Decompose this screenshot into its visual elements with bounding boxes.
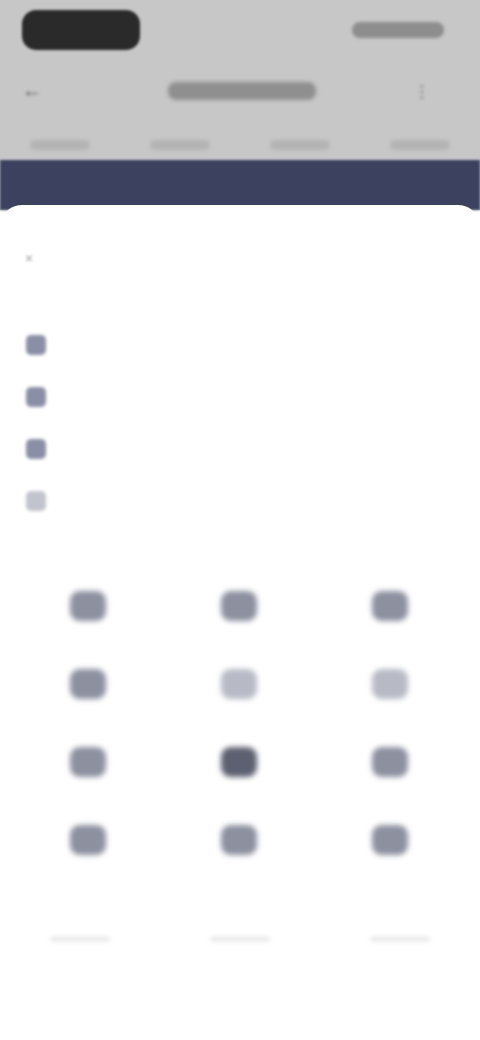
sheet-header: ×: [0, 205, 480, 285]
grid-item-8[interactable]: [165, 741, 315, 819]
grid-item-2[interactable]: [165, 585, 315, 663]
app-title: [168, 82, 316, 100]
footer-placeholder: [210, 936, 270, 942]
menu-item-1[interactable]: [0, 325, 480, 377]
tab-4[interactable]: [390, 140, 450, 150]
close-icon[interactable]: ×: [18, 247, 40, 269]
menu-item-2[interactable]: [0, 377, 480, 429]
app-icon-6: [372, 669, 408, 699]
grid-item-3[interactable]: [316, 585, 466, 663]
grid-item-7[interactable]: [14, 741, 164, 819]
menu-item-3[interactable]: [0, 429, 480, 481]
background-app: ← ⋮: [0, 0, 480, 210]
settings-icon: [26, 335, 46, 355]
app-icon-1: [70, 591, 106, 621]
footer-placeholder: [370, 936, 430, 942]
list-icon: [26, 439, 46, 459]
grid-item-1[interactable]: [14, 585, 164, 663]
grid-item-9[interactable]: [316, 741, 466, 819]
app-icon-11: [221, 825, 257, 855]
app-icon-7: [70, 747, 106, 777]
grid-item-12[interactable]: [316, 819, 466, 897]
document-icon: [26, 387, 46, 407]
back-arrow-icon[interactable]: ←: [22, 80, 46, 102]
grid-item-6[interactable]: [316, 663, 466, 741]
footer-placeholder: [50, 936, 110, 942]
section-title-secondary: [22, 561, 202, 581]
grid-item-11[interactable]: [165, 819, 315, 897]
tab-1[interactable]: [30, 140, 90, 150]
app-icon-9: [372, 747, 408, 777]
app-tabs: [0, 130, 480, 160]
tab-2[interactable]: [150, 140, 210, 150]
more-icon[interactable]: ⋮: [414, 82, 436, 101]
status-indicators: [352, 22, 444, 38]
info-icon: [26, 491, 46, 511]
app-icon-2: [221, 591, 257, 621]
app-icon-3: [372, 591, 408, 621]
grid-item-10[interactable]: [14, 819, 164, 897]
status-time: [22, 10, 140, 50]
sheet-footer: [0, 930, 480, 950]
bottom-sheet: ×: [0, 205, 480, 1040]
app-icon-5: [221, 669, 257, 699]
menu-item-4[interactable]: [0, 481, 480, 533]
sheet-title: [180, 251, 300, 269]
app-header: ← ⋮: [0, 70, 480, 114]
app-icon-4: [70, 669, 106, 699]
navigation-band: [0, 160, 480, 210]
grid-item-5[interactable]: [165, 663, 315, 741]
section-title-primary: [22, 297, 202, 317]
status-bar: [0, 0, 480, 64]
app-icon-12: [372, 825, 408, 855]
app-icon-8: [221, 747, 257, 777]
grid-item-4[interactable]: [14, 663, 164, 741]
menu-list: [0, 325, 480, 533]
app-icon-10: [70, 825, 106, 855]
tab-3[interactable]: [270, 140, 330, 150]
shortcut-grid: [0, 585, 480, 905]
